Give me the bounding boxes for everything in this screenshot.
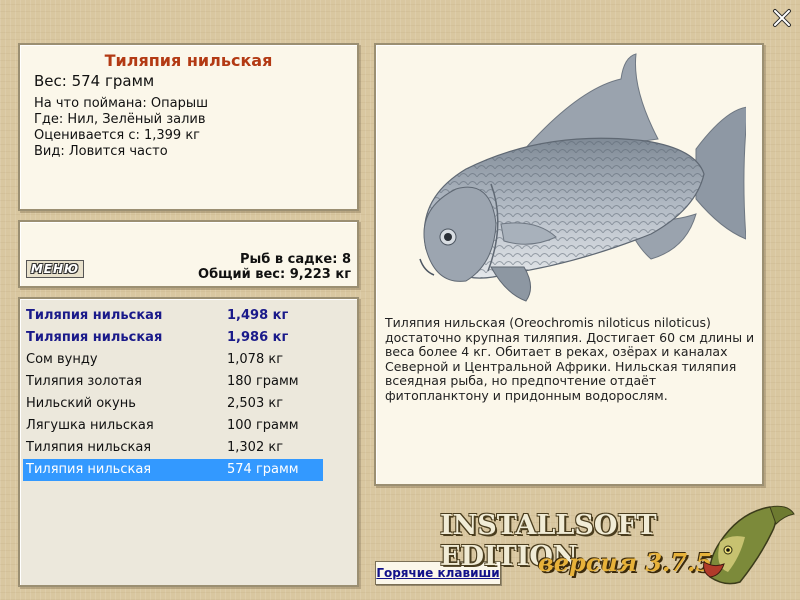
fish-details: На что поймана: Опарыш Где: Нил, Зелёный…	[34, 96, 208, 160]
pike-logo	[703, 505, 795, 585]
fish-count: Рыб в садке: 8	[239, 252, 351, 267]
list-item[interactable]: Тиляпия нильская 574 грамм	[23, 459, 323, 481]
tilapia-image	[419, 53, 746, 302]
fish-weight-value: 2,503 кг	[227, 396, 284, 411]
catch-list-panel: Тиляпия нильская 1,498 кг Тиляпия нильска…	[18, 297, 359, 587]
fish-picture-panel: Тиляпия нильская (Oreochromis niloticus …	[374, 43, 764, 486]
fish-weight-value: 1,078 кг	[227, 352, 284, 367]
close-icon[interactable]	[772, 8, 792, 28]
list-item[interactable]: Нильский окунь 2,503 кг	[23, 393, 323, 415]
fish-name: Нильский окунь	[26, 396, 136, 411]
bait-info: На что поймана: Опарыш	[34, 96, 208, 111]
fish-weight-value: 1,498 кг	[227, 308, 289, 323]
list-item[interactable]: Тиляпия нильская 1,986 кг	[23, 327, 323, 349]
fish-name: Сом вунду	[26, 352, 98, 367]
valued-info: Оценивается с: 1,399 кг	[34, 128, 201, 143]
fish-title: Тиляпия нильская	[104, 51, 273, 70]
fish-info-panel: Тиляпия нильская Вес: 574 грамм На что п…	[18, 43, 359, 211]
list-item[interactable]: Тиляпия нильская 1,302 кг	[23, 437, 323, 459]
menu-button[interactable]: МЕНЮ	[26, 260, 84, 278]
fish-description: Тиляпия нильская (Oreochromis niloticus …	[385, 315, 755, 403]
fish-weight-value: 180 грамм	[227, 374, 299, 389]
fish-name: Тиляпия нильская	[26, 440, 152, 455]
fish-weight: Вес: 574 грамм	[34, 72, 155, 90]
fish-name: Тиляпия нильская	[26, 308, 163, 323]
fish-name: Тиляпия нильская	[26, 330, 163, 345]
catch-list: Тиляпия нильская 1,498 кг Тиляпия нильска…	[23, 305, 323, 481]
fish-weight-value: 100 грамм	[227, 418, 299, 433]
fish-weight-value: 1,986 кг	[227, 330, 289, 345]
kind-info: Вид: Ловится часто	[34, 144, 168, 159]
fish-name: Тиляпия золотая	[26, 374, 142, 389]
fish-name: Лягушка нильская	[26, 418, 154, 433]
fish-name: Тиляпия нильская	[26, 462, 152, 477]
total-weight: Общий вес: 9,223 кг	[198, 267, 351, 282]
list-item[interactable]: Тиляпия нильская 1,498 кг	[23, 305, 323, 327]
list-item[interactable]: Тиляпия золотая 180 грамм	[23, 371, 323, 393]
location-info: Где: Нил, Зелёный залив	[34, 112, 206, 127]
list-item[interactable]: Сом вунду 1,078 кг	[23, 349, 323, 371]
cage-panel: МЕНЮ Рыб в садке: 8 Общий вес: 9,223 кг	[18, 220, 359, 288]
version-label: версия 3.7.5	[538, 548, 713, 577]
fish-weight-value: 574 грамм	[227, 462, 299, 477]
list-item[interactable]: Лягушка нильская 100 грамм	[23, 415, 323, 437]
fish-weight-value: 1,302 кг	[227, 440, 284, 455]
cage-stats: Рыб в садке: 8 Общий вес: 9,223 кг	[198, 252, 351, 282]
